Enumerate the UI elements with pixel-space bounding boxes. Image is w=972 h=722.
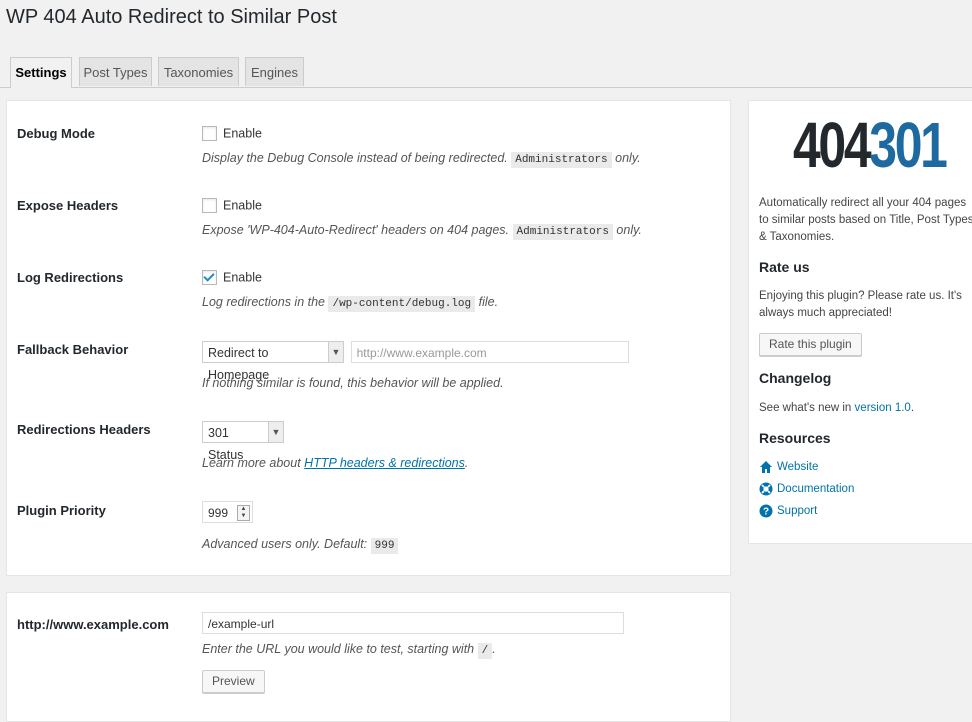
settings-panel: Debug Mode Enable Display the Debug Cons… — [6, 100, 731, 576]
debug-mode-checkbox-row[interactable]: Enable — [202, 125, 262, 142]
resources-heading: Resources — [759, 430, 831, 446]
rate-us-heading: Rate us — [759, 259, 810, 275]
debug-mode-checkbox[interactable] — [202, 126, 217, 142]
help-icon: ? — [759, 504, 773, 518]
tab-bar: Settings Post Types Taxonomies Engines — [0, 57, 972, 88]
tab-post-types[interactable]: Post Types — [79, 57, 152, 86]
tester-description: Enter the URL you would like to test, st… — [202, 642, 496, 659]
logo-404-text: 404 — [793, 109, 872, 181]
redirections-headers-label: Redirections Headers — [17, 422, 151, 437]
expose-headers-checkbox[interactable] — [202, 198, 217, 214]
tester-input-wrap: /example-url — [202, 612, 624, 634]
http-headers-link[interactable]: HTTP headers & redirections — [304, 456, 465, 470]
log-redirections-checkbox[interactable] — [202, 270, 217, 286]
redirections-headers-select[interactable]: 301 Status ▼ — [202, 421, 284, 462]
logo-301-text: 301 — [869, 109, 948, 181]
changelog-text: See what's new in version 1.0. — [759, 402, 915, 414]
expose-headers-label: Expose Headers — [17, 198, 119, 213]
debug-mode-description: Display the Debug Console instead of bei… — [202, 151, 641, 168]
log-redirections-description: Log redirections in the /wp-content/debu… — [202, 295, 499, 312]
resource-website-link[interactable]: Website — [759, 460, 818, 474]
redirections-headers-description: Learn more about HTTP headers & redirect… — [202, 456, 469, 470]
code-slash: / — [477, 643, 493, 659]
resource-support-link[interactable]: ? Support — [759, 504, 817, 518]
redirections-headers-controls: 301 Status ▼ — [202, 421, 284, 462]
expose-headers-enable-label[interactable]: Enable — [223, 199, 262, 213]
lifebuoy-icon — [759, 482, 773, 496]
tab-engines[interactable]: Engines — [245, 57, 304, 86]
sidebar-intro: Automatically redirect all your 404 page… — [759, 197, 972, 243]
home-icon — [760, 461, 772, 473]
chevron-down-icon: ▼ — [268, 422, 283, 442]
expose-headers-checkbox-row[interactable]: Enable — [202, 197, 262, 214]
code-administrators: Administrators — [512, 224, 613, 240]
plugin-logo: 404301 — [793, 113, 948, 177]
test-url-input[interactable]: /example-url — [202, 612, 624, 634]
code-default-priority: 999 — [370, 538, 399, 554]
changelog-heading: Changelog — [759, 370, 832, 386]
tab-settings[interactable]: Settings — [10, 57, 72, 88]
spinner-icon[interactable]: ▲ ▼ — [237, 505, 250, 521]
svg-text:?: ? — [763, 507, 769, 518]
sidebar-panel: 404301 Automatically redirect all your 4… — [748, 100, 972, 544]
fallback-behavior-label: Fallback Behavior — [17, 342, 129, 357]
fallback-url-input[interactable]: http://www.example.com — [350, 341, 629, 363]
preview-button-wrap: Preview — [202, 670, 265, 693]
plugin-priority-label: Plugin Priority — [17, 503, 106, 518]
resource-documentation-link[interactable]: Documentation — [759, 482, 854, 496]
log-redirections-label: Log Redirections — [17, 270, 124, 285]
plugin-priority-input[interactable]: 999 ▲ ▼ — [202, 501, 253, 523]
plugin-priority-controls: 999 ▲ ▼ — [202, 501, 253, 523]
debug-mode-enable-label[interactable]: Enable — [223, 127, 262, 141]
plugin-priority-description: Advanced users only. Default: 999 — [202, 537, 399, 554]
tab-taxonomies[interactable]: Taxonomies — [158, 57, 239, 86]
preview-button[interactable]: Preview — [202, 670, 265, 693]
tester-url-label: http://www.example.com — [17, 617, 169, 632]
page-title: WP 404 Auto Redirect to Similar Post — [6, 6, 337, 28]
log-redirections-checkbox-row[interactable]: Enable — [202, 269, 262, 286]
code-debug-log: /wp-content/debug.log — [328, 296, 476, 312]
rate-button-wrap: Rate this plugin — [759, 333, 862, 356]
rate-plugin-button[interactable]: Rate this plugin — [759, 333, 862, 356]
fallback-behavior-controls: Redirect to Homepage ▼ http://www.exampl… — [202, 341, 629, 382]
changelog-version-link[interactable]: version 1.0 — [855, 402, 911, 414]
chevron-down-icon: ▼ — [328, 342, 343, 362]
fallback-behavior-description: If nothing similar is found, this behavi… — [202, 376, 504, 390]
expose-headers-description: Expose 'WP-404-Auto-Redirect' headers on… — [202, 223, 642, 240]
rate-us-text: Enjoying this plugin? Please rate us. It… — [759, 290, 962, 319]
log-redirections-enable-label[interactable]: Enable — [223, 271, 262, 285]
debug-mode-label: Debug Mode — [17, 126, 95, 141]
url-tester-panel: http://www.example.com /example-url Ente… — [6, 592, 731, 722]
code-administrators: Administrators — [511, 152, 612, 168]
fallback-behavior-select[interactable]: Redirect to Homepage ▼ — [202, 341, 344, 382]
